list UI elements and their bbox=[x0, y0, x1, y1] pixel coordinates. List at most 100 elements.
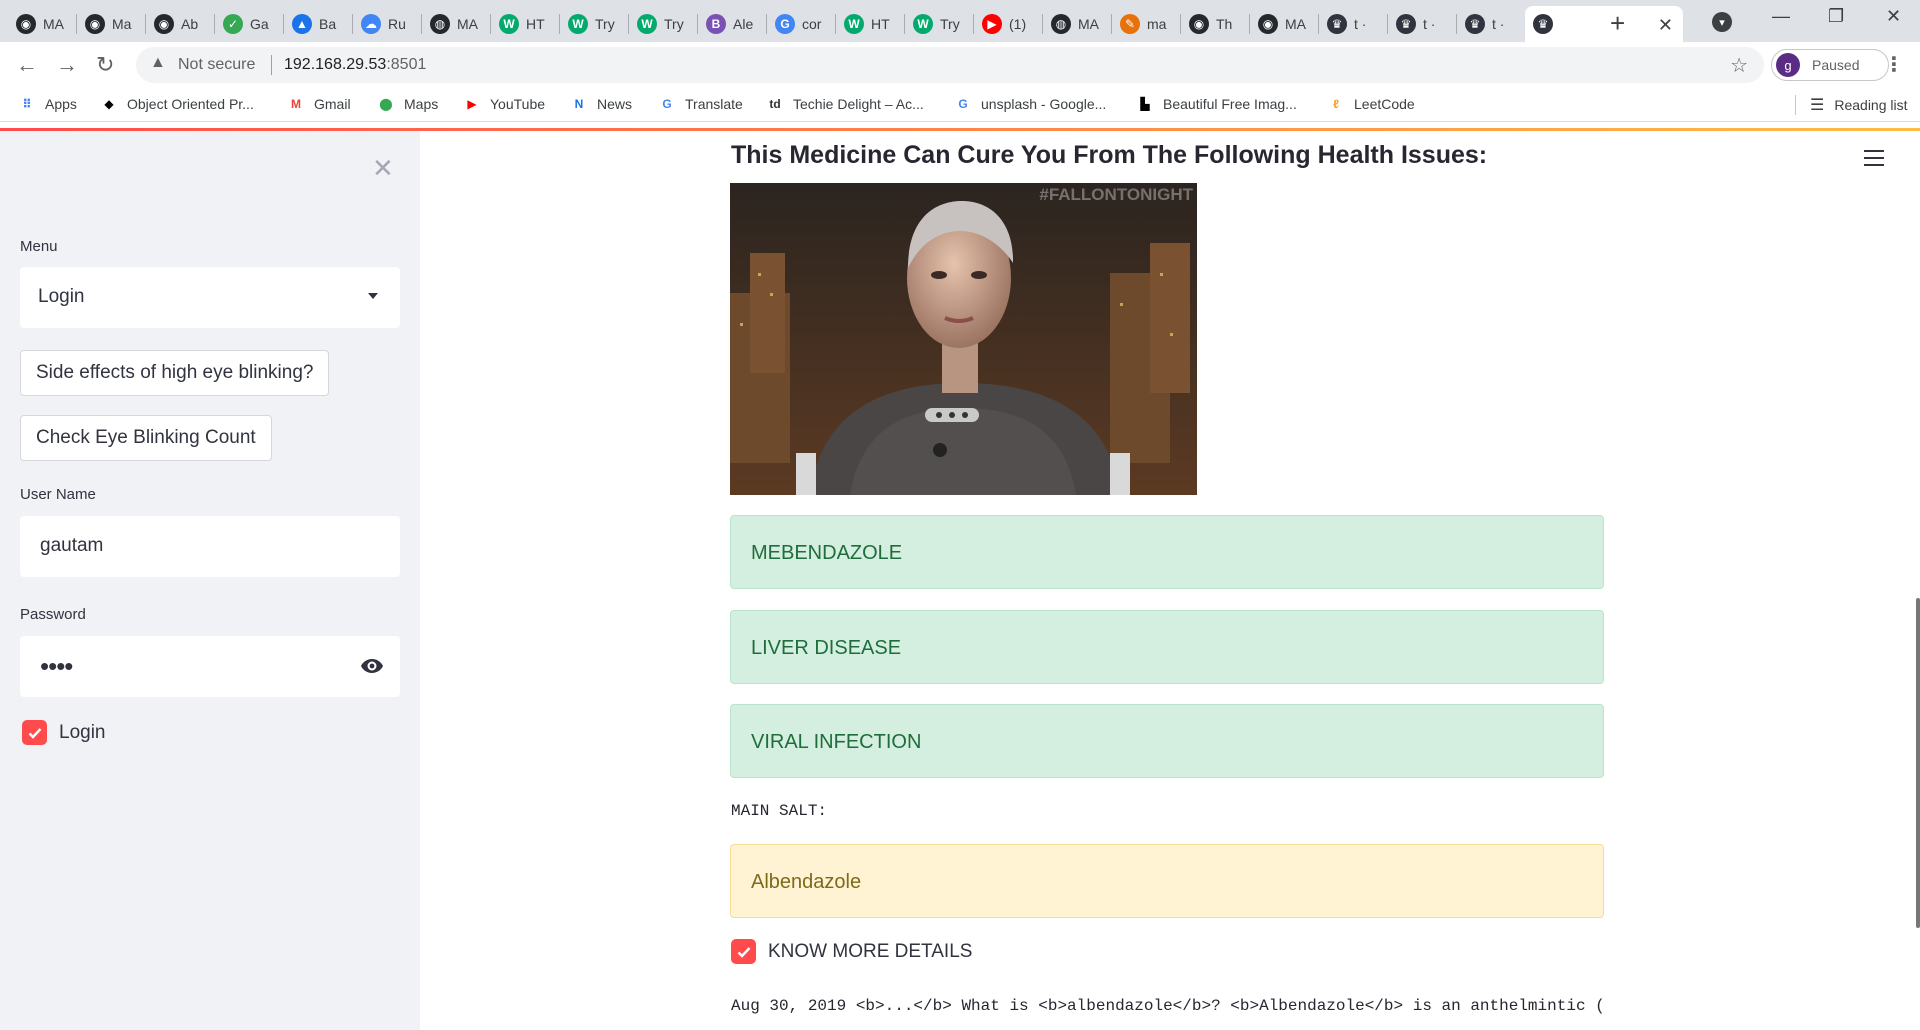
leaf-icon: ✓ bbox=[223, 14, 243, 34]
scrollbar[interactable] bbox=[1916, 598, 1920, 928]
close-window-icon[interactable]: ✕ bbox=[1886, 6, 1901, 27]
bookmark-item[interactable]: td Techie Delight – Ac... bbox=[766, 95, 923, 113]
new-tab-button[interactable]: + bbox=[1610, 8, 1625, 39]
tab-title: Ru bbox=[388, 16, 406, 32]
browser-tab[interactable]: W Try bbox=[905, 6, 972, 42]
tab-title: cor bbox=[802, 16, 822, 32]
browser-tab[interactable]: ◉ MA bbox=[8, 6, 75, 42]
menu-selected-value: Login bbox=[38, 286, 85, 307]
menu-select[interactable]: Login bbox=[20, 267, 400, 328]
browser-tab[interactable]: ♛ t · bbox=[1457, 6, 1524, 42]
side-effects-button[interactable]: Side effects of high eye blinking? bbox=[20, 350, 330, 396]
browser-tab[interactable]: ♛ t · bbox=[1388, 6, 1455, 42]
browser-tab[interactable]: W HT bbox=[491, 6, 558, 42]
bookmark-label: Apps bbox=[45, 96, 77, 112]
show-password-icon[interactable] bbox=[360, 654, 384, 678]
restore-icon[interactable]: ❐ bbox=[1828, 6, 1844, 27]
browser-tab[interactable]: ☁ Ru bbox=[353, 6, 420, 42]
bookmark-label: Translate bbox=[685, 96, 743, 112]
divider bbox=[1795, 95, 1796, 115]
username-value: gautam bbox=[40, 535, 104, 556]
browser-tab[interactable]: ◉ Th bbox=[1181, 6, 1248, 42]
check-blink-count-button[interactable]: Check Eye Blinking Count bbox=[20, 415, 272, 461]
close-tab-icon[interactable]: ✕ bbox=[1658, 15, 1673, 36]
bookmark-label: Gmail bbox=[314, 96, 351, 112]
bookmark-item[interactable]: ⬤ Maps bbox=[377, 95, 438, 113]
more-menu-icon[interactable]: ⋮ bbox=[1884, 52, 1904, 77]
login-checkbox[interactable]: Login bbox=[22, 720, 106, 745]
back-icon[interactable]: ← bbox=[16, 52, 38, 78]
globe-icon: ◍ bbox=[1051, 14, 1071, 34]
browser-tab[interactable]: Gcor bbox=[767, 6, 834, 42]
tab-title: Ale bbox=[733, 16, 754, 32]
globe-icon: ◍ bbox=[430, 14, 450, 34]
sidebar: ✕ Menu Login Side effects of high eye bl… bbox=[0, 131, 420, 1030]
browser-tab[interactable]: ▶ (1) bbox=[974, 6, 1041, 42]
password-field[interactable]: •••• bbox=[20, 636, 400, 697]
health-issue-alert: LIVER DISEASE bbox=[730, 610, 1604, 684]
bookmark-star-icon[interactable]: ☆ bbox=[1730, 53, 1748, 78]
browser-tab[interactable]: ◉ Ma bbox=[77, 6, 144, 42]
hamburger-menu-icon[interactable] bbox=[1864, 150, 1884, 171]
apps-grid-icon: ⠿ bbox=[22, 97, 32, 111]
page-heading: This Medicine Can Cure You From The Foll… bbox=[731, 141, 1488, 169]
tab-title: t · bbox=[1354, 16, 1367, 32]
bookmark-label: Beautiful Free Imag... bbox=[1163, 96, 1297, 112]
browser-tab[interactable]: ◍ MA bbox=[1043, 6, 1110, 42]
reload-icon[interactable]: ↻ bbox=[96, 52, 114, 78]
tab-title: Ab bbox=[181, 16, 199, 32]
browser-tab[interactable]: ◉ MA bbox=[1250, 6, 1317, 42]
main-salt-alert: Albendazole bbox=[730, 844, 1604, 918]
browser-tab[interactable]: ▲ Ba bbox=[284, 6, 351, 42]
unsplash-icon: ▙ bbox=[1140, 97, 1150, 111]
tab-title: HT bbox=[871, 16, 890, 32]
w-icon: W bbox=[844, 14, 864, 34]
bookmark-label: LeetCode bbox=[1354, 96, 1415, 112]
tab-title: Ga bbox=[250, 16, 269, 32]
bookmark-item[interactable]: ℓ LeetCode bbox=[1327, 95, 1415, 113]
browser-tab[interactable]: ♛ t · bbox=[1319, 6, 1386, 42]
browser-tab[interactable]: ◍ MA bbox=[422, 6, 489, 42]
login-checkbox-label: Login bbox=[59, 721, 106, 743]
bookmark-item[interactable]: ⠿ Apps bbox=[18, 95, 77, 113]
browser-tab[interactable]: W Try bbox=[629, 6, 696, 42]
bookmark-item[interactable]: Gunsplash - Google... bbox=[954, 95, 1106, 113]
bookmark-item[interactable]: ▙ Beautiful Free Imag... bbox=[1136, 95, 1297, 113]
browser-tab[interactable]: W HT bbox=[836, 6, 903, 42]
username-field[interactable]: gautam bbox=[20, 516, 400, 577]
minimize-icon[interactable]: — bbox=[1772, 6, 1790, 27]
tab-search-icon[interactable]: ▾ bbox=[1712, 12, 1732, 32]
tab-title: HT bbox=[526, 16, 545, 32]
browser-tab[interactable]: W Try bbox=[560, 6, 627, 42]
tab-title: Th bbox=[1216, 16, 1233, 32]
url-text[interactable]: 192.168.29.53:8501 bbox=[284, 56, 426, 74]
active-tab[interactable]: ♛ ✕ bbox=[1525, 6, 1683, 42]
browser-tab[interactable]: ✎ ma bbox=[1112, 6, 1179, 42]
bookmark-item[interactable]: ◆ Object Oriented Pr... bbox=[100, 95, 253, 113]
bookmark-item[interactable]: M Gmail bbox=[287, 95, 351, 113]
forward-icon[interactable]: → bbox=[56, 52, 78, 78]
w-icon: W bbox=[568, 14, 588, 34]
tab-title: t · bbox=[1492, 16, 1505, 32]
browser-tab[interactable]: ✓ Ga bbox=[215, 6, 282, 42]
news-icon: N bbox=[574, 97, 584, 111]
bookmark-item[interactable]: ▶ YouTube bbox=[463, 95, 545, 113]
not-secure-label[interactable]: Not secure bbox=[178, 56, 255, 74]
know-more-checkbox[interactable]: KNOW MORE DETAILS bbox=[731, 939, 972, 964]
bookmark-label: YouTube bbox=[490, 96, 546, 112]
details-text: Aug 30, 2019 <b>...</b> What is <b>alben… bbox=[731, 997, 1605, 1015]
close-sidebar-icon[interactable]: ✕ bbox=[372, 153, 394, 184]
browser-tab[interactable]: B Ale bbox=[698, 6, 765, 42]
profile-button[interactable]: g Paused bbox=[1771, 49, 1889, 81]
checkmark-icon bbox=[22, 720, 47, 745]
browser-tab[interactable]: ◉ Ab bbox=[146, 6, 213, 42]
main-content: This Medicine Can Cure You From The Foll… bbox=[420, 131, 1920, 1030]
bookmarks-bar: ⠿ Apps ◆ Object Oriented Pr... M Gmail ⬤ Maps ▶ Y… bbox=[0, 88, 1920, 122]
omnibox[interactable]: ▲ Not secure 192.168.29.53:8501 ☆ bbox=[136, 47, 1764, 83]
reading-list-button[interactable]: ☰ Reading list bbox=[1795, 95, 1908, 115]
url-port: :8501 bbox=[386, 56, 427, 73]
warning-icon[interactable]: ▲ bbox=[150, 54, 166, 72]
reading-list-icon: ☰ bbox=[1810, 97, 1825, 114]
bookmark-item[interactable]: G Translate bbox=[658, 95, 743, 113]
bookmark-item[interactable]: N News bbox=[570, 95, 632, 113]
